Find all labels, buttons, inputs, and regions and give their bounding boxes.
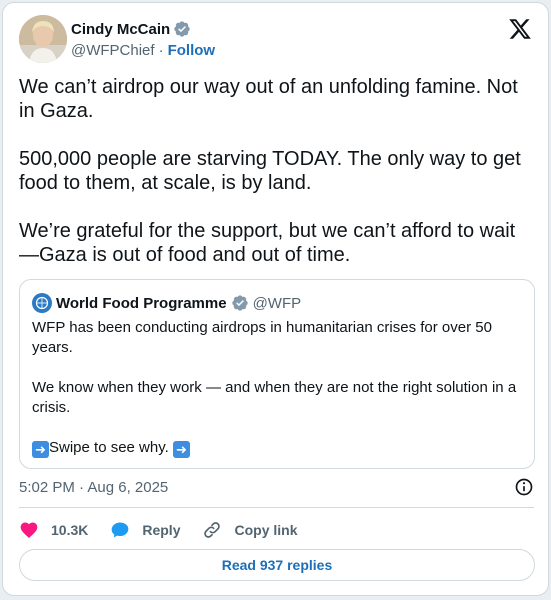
quoted-author-handle: @WFP bbox=[252, 294, 302, 312]
quoted-text-para-1: WFP has been conducting airdrops in huma… bbox=[32, 319, 497, 356]
verified-badge-icon bbox=[174, 21, 190, 37]
like-count: 10.3K bbox=[51, 522, 89, 538]
author-handle[interactable]: @WFPChief bbox=[71, 42, 155, 59]
tweet-text: We can’t airdrop our way out of an unfol… bbox=[19, 76, 521, 266]
quoted-tweet-text: WFP has been conducting airdrops in huma… bbox=[32, 318, 522, 458]
tweet-header: Cindy McCain @WFPChief · Follow bbox=[19, 15, 536, 65]
separator-dot: · bbox=[158, 42, 164, 59]
reply-bubble-icon bbox=[112, 522, 129, 538]
read-replies-button[interactable]: Read 937 replies bbox=[19, 549, 535, 581]
like-button[interactable]: 10.3K bbox=[19, 520, 88, 540]
link-icon bbox=[204, 522, 221, 538]
un-emblem-icon bbox=[35, 296, 49, 310]
right-arrow-icon: ➜ bbox=[172, 441, 190, 458]
verified-badge-icon bbox=[231, 295, 248, 311]
follow-button[interactable]: Follow bbox=[168, 42, 216, 59]
avatar[interactable] bbox=[19, 15, 67, 63]
quoted-tweet[interactable]: World Food Programme @WFP WFP has been c… bbox=[19, 279, 535, 469]
tweet-timestamp[interactable]: 5:02 PM · Aug 6, 2025 bbox=[19, 479, 168, 496]
copy-link-button[interactable]: Copy link bbox=[202, 520, 298, 540]
quoted-text-para-2: We know when they work — and when they a… bbox=[32, 379, 521, 416]
reply-label: Reply bbox=[142, 522, 181, 538]
author-display-name[interactable]: Cindy McCain bbox=[71, 21, 170, 38]
reply-button[interactable]: Reply bbox=[110, 520, 180, 540]
x-logo-icon[interactable] bbox=[508, 17, 532, 41]
quoted-text-para-3: Swipe to see why. bbox=[49, 439, 169, 456]
heart-icon bbox=[20, 522, 38, 538]
info-icon[interactable] bbox=[514, 477, 534, 497]
right-arrow-icon: ➜ bbox=[32, 441, 49, 458]
divider bbox=[19, 507, 534, 508]
copy-link-label: Copy link bbox=[234, 522, 298, 538]
action-bar: 10.3K Reply Copy link bbox=[19, 518, 320, 542]
wfp-avatar bbox=[32, 293, 52, 313]
quoted-author-name: World Food Programme bbox=[56, 294, 227, 312]
tweet-card: Cindy McCain @WFPChief · Follow We can’t… bbox=[2, 2, 549, 596]
